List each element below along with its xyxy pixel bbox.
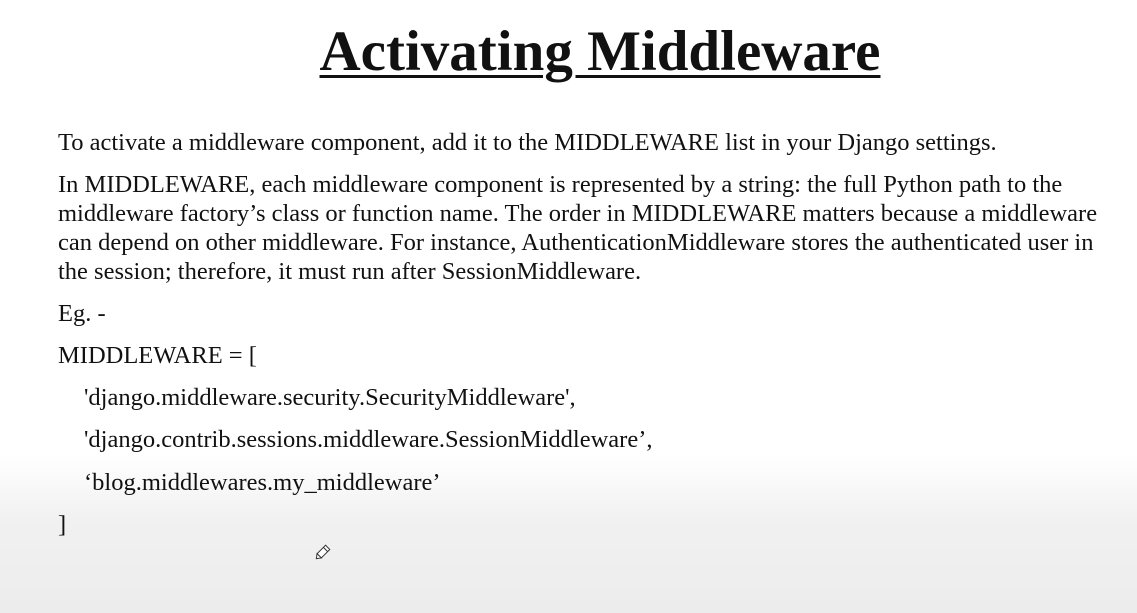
slide: Activating Middleware To activate a midd… <box>0 0 1137 613</box>
explanation-paragraph: In MIDDLEWARE, each middleware component… <box>58 171 1098 285</box>
code-middleware-item: ‘blog.middlewares.my_middleware’ <box>84 469 441 496</box>
slide-title: Activating Middleware <box>319 20 881 83</box>
intro-paragraph: To activate a middleware component, add … <box>58 129 997 156</box>
code-middleware-open: MIDDLEWARE = [ <box>58 342 257 369</box>
code-middleware-item: 'django.contrib.sessions.middleware.Sess… <box>84 426 653 453</box>
pen-cursor-icon <box>313 544 331 562</box>
code-middleware-close: ] <box>58 511 67 538</box>
example-label: Eg. - <box>58 300 106 327</box>
code-middleware-item: 'django.middleware.security.SecurityMidd… <box>84 384 576 411</box>
